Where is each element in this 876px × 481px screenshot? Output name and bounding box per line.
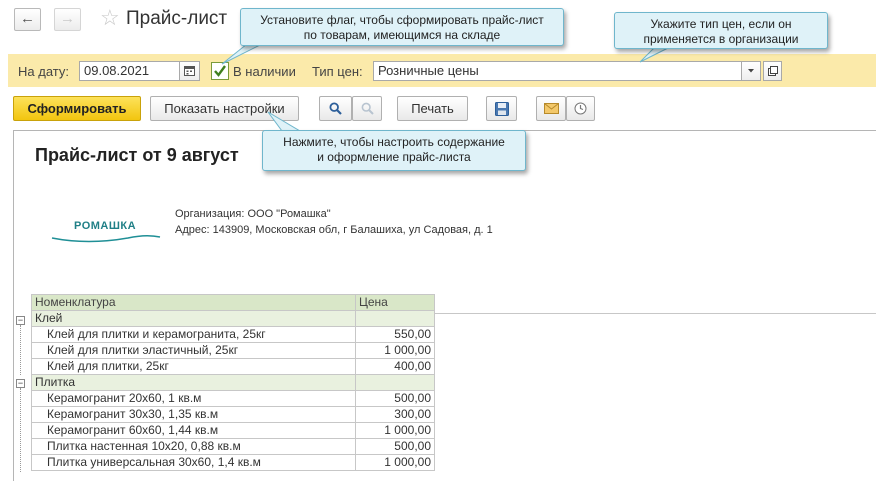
callout-line: и оформление прайс-листа: [317, 150, 471, 164]
callout-price-type: Укажите тип цен, если он применяется в о…: [614, 12, 828, 49]
callout-line: Укажите тип цен, если он: [650, 17, 792, 31]
callout-line: применяется в организации: [643, 32, 799, 46]
callout-line: Установите флаг, чтобы сформировать прай…: [260, 13, 544, 27]
callout-line: по товарам, имеющимся на складе: [303, 28, 501, 42]
callout-settings: Нажмите, чтобы настроить содержание и оф…: [262, 130, 526, 171]
callout-in-stock: Установите флаг, чтобы сформировать прай…: [240, 8, 564, 46]
callout-pointers: [221, 39, 681, 132]
callout-line: Нажмите, чтобы настроить содержание: [283, 135, 505, 149]
